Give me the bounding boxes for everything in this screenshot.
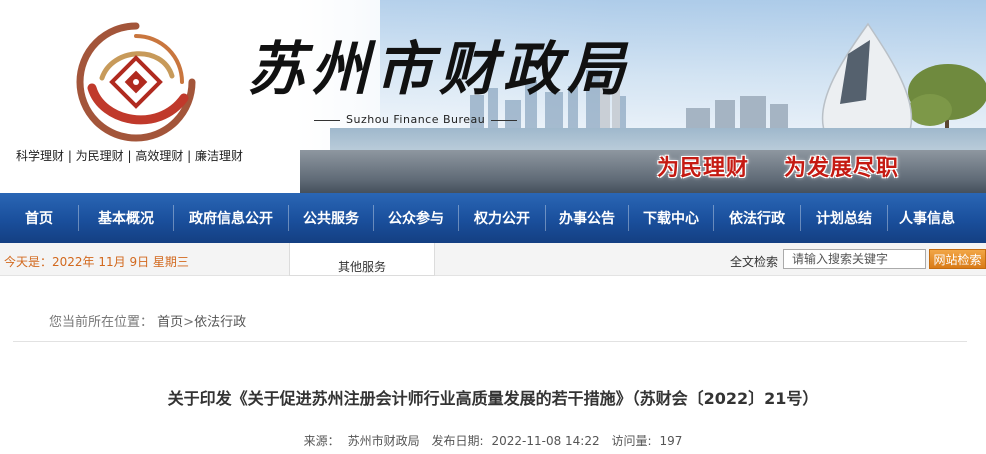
site-subtitle: Suzhou Finance Bureau xyxy=(308,113,523,126)
breadcrumb-separator: > xyxy=(183,315,195,330)
finance-bureau-logo xyxy=(76,22,196,142)
nav-item-personnel[interactable]: 人事信息 xyxy=(888,193,966,243)
views-label: 访问量: xyxy=(611,434,652,448)
publish-date-label: 发布日期: xyxy=(431,434,484,448)
breadcrumb-prefix: 您当前所在位置： xyxy=(49,315,154,330)
source-label: 来源： xyxy=(303,434,340,448)
nav-item-power-disclosure[interactable]: 权力公开 xyxy=(459,193,545,243)
site-title: 苏州市财政局 xyxy=(247,35,632,103)
banner-slogan-2: 为发展尽职 xyxy=(784,156,900,181)
article-title: 关于印发《关于促进苏州注册会计师行业高质量发展的若干措施》（苏财会〔2022〕2… xyxy=(167,389,819,408)
breadcrumb: 您当前所在位置： 首页>依法行政 xyxy=(49,311,246,330)
nav-item-info-disclosure[interactable]: 政府信息公开 xyxy=(174,193,288,243)
main-nav: 首页 基本概况 政府信息公开 公共服务 公众参与 权力公开 办事公告 下载中心 … xyxy=(0,193,986,243)
banner-slogan-1: 为民理财 xyxy=(657,156,750,181)
nav-item-public-participation[interactable]: 公众参与 xyxy=(374,193,458,243)
article-meta: 来源： 苏州市财政局 发布日期: 2022-11-08 14:22 访问量: 197 xyxy=(0,432,986,449)
info-bar: 今天是：2022年 11月 9日 星期三 其他服务 全文检索 网站检索 xyxy=(0,243,986,276)
breadcrumb-container: 您当前所在位置： 首页>依法行政 xyxy=(13,290,967,342)
article-publish-date: 2022-11-08 14:22 xyxy=(491,434,600,448)
site-search-button[interactable]: 网站检索 xyxy=(929,249,986,269)
bureau-slogan: 科学理财 | 为民理财 | 高效理财 | 廉洁理财 xyxy=(16,149,244,163)
nav-item-home[interactable]: 首页 xyxy=(0,193,78,243)
nav-item-law-administration[interactable]: 依法行政 xyxy=(714,193,800,243)
nav-item-announcements[interactable]: 办事公告 xyxy=(546,193,628,243)
nav-item-public-services[interactable]: 公共服务 xyxy=(289,193,373,243)
current-date: 今天是：2022年 11月 9日 星期三 xyxy=(4,255,189,269)
article-views: 197 xyxy=(659,434,683,448)
site-banner: 科学理财 | 为民理财 | 高效理财 | 廉洁理财 苏州市财政局 Suzhou … xyxy=(0,0,986,193)
other-services-label: 其他服务 xyxy=(337,260,386,274)
article-source: 苏州市财政局 xyxy=(347,434,420,448)
nav-item-plans-summaries[interactable]: 计划总结 xyxy=(801,193,887,243)
search-input[interactable] xyxy=(783,249,926,269)
search-label: 全文检索 xyxy=(730,255,779,269)
other-services-tab[interactable]: 其他服务 xyxy=(289,243,435,276)
nav-item-downloads[interactable]: 下载中心 xyxy=(629,193,713,243)
breadcrumb-current-link[interactable]: 依法行政 xyxy=(194,315,246,330)
nav-item-overview[interactable]: 基本概况 xyxy=(79,193,173,243)
breadcrumb-home-link[interactable]: 首页 xyxy=(157,315,183,330)
